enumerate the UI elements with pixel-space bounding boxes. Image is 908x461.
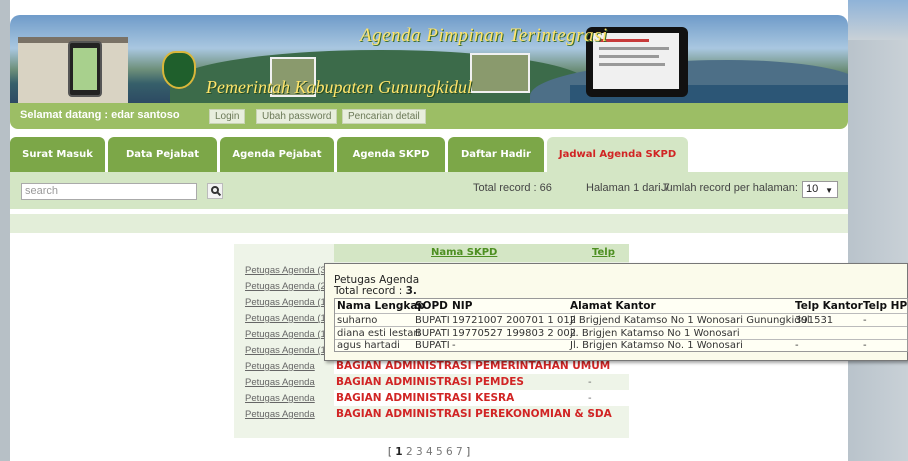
skpd-telp: - [588,377,592,388]
popup-cell: diana esti lestari [337,328,421,339]
popup-cell: suharno [337,315,378,326]
phone-image [68,41,102,97]
search-toolbar: search Total record : 66 Halaman 1 dari … [10,172,848,209]
pager-pages[interactable]: 2 3 4 5 6 7 [406,446,463,458]
popup-cell: Jl Brigjend Katamso No 1 Wonosari Gunung… [570,315,810,326]
popup-cell: BUPATI [415,340,450,351]
petugas-agenda-link[interactable]: Petugas Agenda (1) [245,345,329,356]
popup-cell: - [863,315,867,326]
popup-cell: - [452,340,456,351]
regency-emblem-icon [162,51,196,89]
petugas-agenda-link[interactable]: Petugas Agenda [245,409,315,420]
petugas-agenda-popup: Petugas Agenda Total record : 3. Nama Le… [324,263,908,361]
skpd-name: BAGIAN ADMINISTRASI PEREKONOMIAN & SDA [336,408,612,420]
column-header-nama-skpd[interactable]: Nama SKPD [431,247,497,258]
pagination: [ 1 2 3 4 5 6 7 ] [10,446,848,458]
skpd-telp: - [588,361,592,372]
main-tabs: Surat Masuk Data Pejabat Agenda Pejabat … [10,137,848,172]
per-page-select[interactable]: 10 ▼ [802,181,838,198]
page-background-right [848,0,908,461]
page-info-text: Halaman 1 dari 7 [586,182,670,194]
banner-title: Agenda Pimpinan Terintegrasi [360,25,608,46]
banner-photo [470,53,530,93]
tab-agenda-skpd[interactable]: Agenda SKPD [337,137,445,172]
popup-total: Total record : 3. [334,285,417,297]
popup-cell: BUPATI [415,328,450,339]
popup-cell: BUPATI [415,315,450,326]
skpd-name: BAGIAN ADMINISTRASI KESRA [336,392,515,404]
pager-bracket-close: ] [466,446,471,458]
popup-header-telp-hp: Telp HP [863,300,908,312]
change-password-button[interactable]: Ubah password [256,109,338,124]
petugas-agenda-link[interactable]: Petugas Agenda [245,361,315,372]
petugas-agenda-link[interactable]: Petugas Agenda (3) [245,265,329,276]
popup-cell: 19721007 200701 1 012 [452,315,577,326]
skpd-telp: - [588,393,592,404]
greeting-bar: Selamat datang : edar santoso Login Ubah… [10,103,848,129]
chevron-down-icon: ▼ [825,186,833,195]
popup-table: Nama Lengkap SOPD NIP Alamat Kantor Telp… [334,298,908,352]
popup-cell: Jl. Brigjen Katamso No. 1 Wonosari [570,340,743,351]
banner-subtitle: Pemerintah Kabupaten Gunungkidul [206,77,472,97]
popup-cell: 19770527 199803 2 002 [452,328,577,339]
search-button[interactable] [207,183,223,199]
popup-cell: 391531 [795,315,834,326]
popup-header-telp-kantor: Telp Kantor [795,300,863,312]
skpd-name: BAGIAN ADMINISTRASI PEMDES [336,376,524,388]
main-frame: Agenda Pimpinan Terintegrasi Pemerintah … [10,0,848,461]
skpd-telp: - [588,409,592,420]
petugas-agenda-link[interactable]: Petugas Agenda (1) [245,329,329,340]
total-record-text: Total record : 66 [473,182,552,194]
popup-total-value: 3. [405,285,417,297]
popup-header-sopd: SOPD [415,300,448,312]
popup-header-nip: NIP [452,300,473,312]
petugas-agenda-link[interactable]: Petugas Agenda [245,393,315,404]
search-input[interactable]: search [21,183,197,200]
popup-cell: - [795,340,799,351]
tab-agenda-pejabat[interactable]: Agenda Pejabat [220,137,334,172]
header-banner: Agenda Pimpinan Terintegrasi Pemerintah … [10,15,848,103]
page-background-left [0,0,10,461]
tab-data-pejabat[interactable]: Data Pejabat [108,137,217,172]
petugas-agenda-link[interactable]: Petugas Agenda (1) [245,297,329,308]
popup-cell: - [863,340,867,351]
petugas-agenda-link[interactable]: Petugas Agenda (2) [245,281,329,292]
popup-cell: jl. Brigjen Katamso No 1 Wonosari [570,328,740,339]
popup-total-label: Total record : [334,285,403,297]
tab-surat-masuk[interactable]: Surat Masuk [10,137,105,172]
pager-current-page: 1 [395,446,403,458]
toolbar-spacer [10,214,848,233]
tab-jadwal-agenda-skpd[interactable]: Jadwal Agenda SKPD [547,137,688,172]
login-button[interactable]: Login [209,109,246,124]
skpd-name: BAGIAN ADMINISTRASI PEMERINTAHAN UMUM [336,360,611,372]
per-page-label: Jumlah record per halaman: [661,182,798,194]
column-header-telp[interactable]: Telp [592,247,615,258]
popup-header-nama: Nama Lengkap [337,300,425,312]
detail-search-button[interactable]: Pencarian detail [342,109,426,124]
table-header: Nama SKPD Telp [334,244,629,262]
popup-cell: agus hartadi [337,340,400,351]
petugas-agenda-link[interactable]: Petugas Agenda (1) [245,313,329,324]
pager-bracket-open: [ [387,446,392,458]
tab-daftar-hadir[interactable]: Daftar Hadir [448,137,544,172]
greeting-text: Selamat datang : edar santoso [20,109,180,121]
popup-header-alamat: Alamat Kantor [570,300,656,312]
petugas-agenda-link[interactable]: Petugas Agenda [245,377,315,388]
per-page-value: 10 [806,183,819,195]
